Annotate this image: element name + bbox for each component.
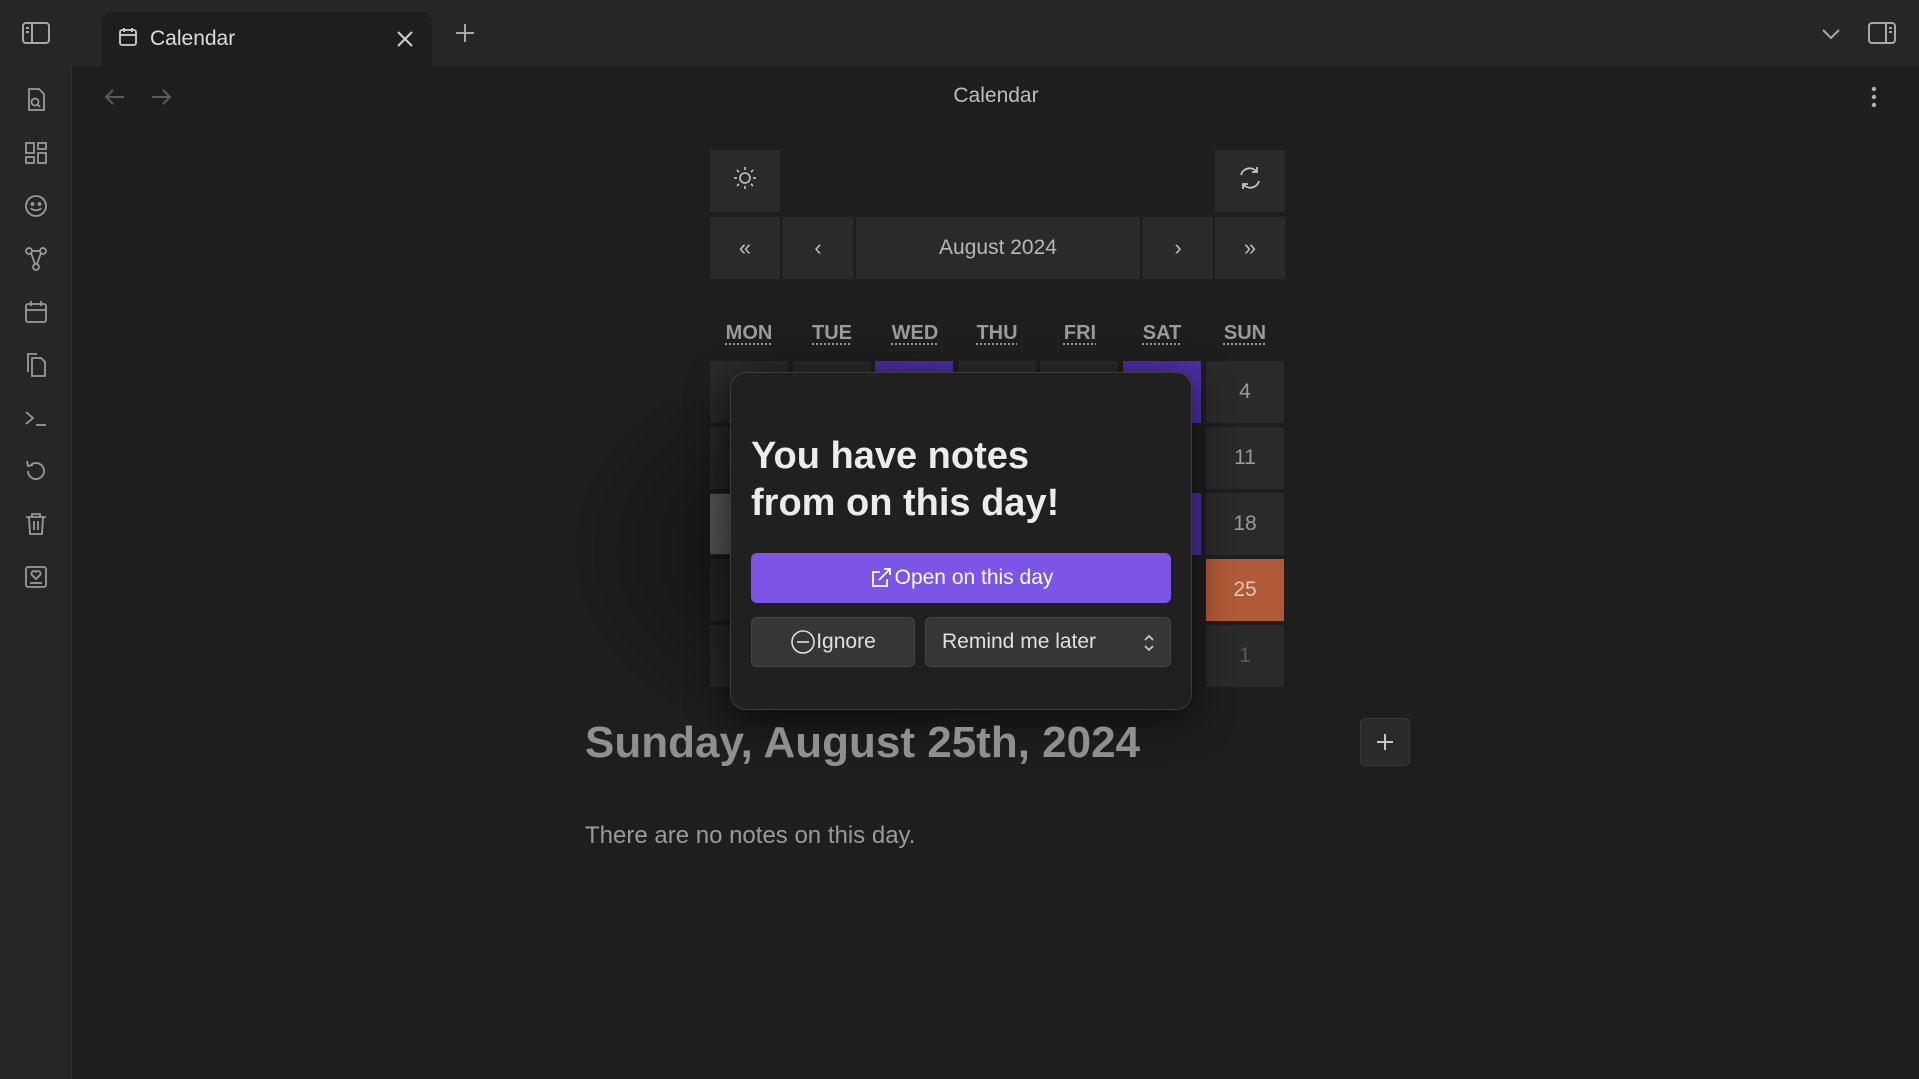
ignore-label: Ignore	[816, 630, 876, 653]
close-icon[interactable]	[392, 26, 418, 52]
external-link-icon	[869, 566, 893, 590]
day-cell-next-month-1[interactable]: 1	[1206, 625, 1284, 687]
copy-files-icon[interactable]	[16, 345, 56, 385]
day-cell-today[interactable]: 25	[1206, 559, 1284, 621]
calendar-icon	[118, 27, 138, 52]
terminal-icon[interactable]	[16, 398, 56, 438]
new-tab-plus-icon[interactable]	[450, 18, 480, 48]
search-file-icon[interactable]	[16, 80, 56, 120]
day-cell-sun-4[interactable]: 4	[1206, 361, 1284, 423]
graph-icon[interactable]	[16, 239, 56, 279]
weekday-sat: SAT	[1142, 322, 1182, 344]
plus-icon	[1374, 731, 1396, 753]
weekday-mon: MON	[725, 322, 773, 344]
empty-notes-message: There are no notes on this day.	[585, 822, 916, 849]
more-options-icon[interactable]	[1859, 82, 1889, 112]
next-month-button[interactable]: ›	[1143, 217, 1213, 279]
right-sidebar-toggle-icon[interactable]	[1864, 18, 1900, 48]
refresh-icon	[1236, 164, 1264, 198]
refresh-button[interactable]	[1215, 150, 1285, 212]
month-label[interactable]: August 2024	[856, 217, 1140, 279]
remind-me-later-select[interactable]: Remind me later	[925, 617, 1171, 667]
theme-toggle-button[interactable]	[710, 150, 780, 212]
next-year-button[interactable]: »	[1215, 217, 1285, 279]
remind-me-later-label: Remind me later	[942, 630, 1097, 653]
tab-title: Calendar	[150, 27, 236, 50]
page-title: Calendar	[953, 84, 1039, 107]
vault-icon[interactable]	[16, 557, 56, 597]
note-thumbnail	[710, 494, 730, 554]
weekday-tue: TUE	[812, 322, 852, 344]
weekday-sun: SUN	[1223, 322, 1267, 344]
weekday-wed: WED	[891, 322, 939, 344]
history-icon[interactable]	[16, 451, 56, 491]
sidebar-toggle-icon[interactable]	[18, 18, 54, 48]
on-this-day-popup: You have notes from on this day! Open on…	[730, 372, 1192, 710]
popup-heading: You have notes from on this day!	[751, 433, 1151, 527]
popup-heading-line1: You have notes	[751, 435, 1030, 477]
smiley-icon[interactable]	[16, 186, 56, 226]
day-cell-sun-11[interactable]: 11	[1206, 427, 1284, 489]
trash-icon[interactable]	[16, 504, 56, 544]
open-on-this-day-label: Open on this day	[894, 566, 1054, 589]
select-updown-icon	[1142, 632, 1156, 660]
tab-bar: Calendar	[0, 0, 1919, 66]
dashboard-icon[interactable]	[16, 133, 56, 173]
ignore-button[interactable]: Ignore	[751, 617, 915, 667]
calendar-ribbon-icon[interactable]	[16, 292, 56, 332]
minus-circle-icon	[790, 629, 816, 655]
prev-month-button[interactable]: ‹	[783, 217, 853, 279]
weekday-thu: THU	[976, 322, 1018, 344]
weekday-fri: FRI	[1063, 322, 1097, 344]
day-heading: Sunday, August 25th, 2024	[585, 718, 1141, 767]
day-cell-sun-18[interactable]: 18	[1206, 493, 1284, 555]
left-ribbon	[0, 66, 72, 1079]
chevron-down-icon[interactable]	[1816, 20, 1846, 48]
open-on-this-day-button[interactable]: Open on this day	[751, 553, 1171, 603]
popup-heading-line2: from on this day!	[751, 482, 1060, 524]
sun-icon	[732, 165, 758, 197]
add-note-button[interactable]	[1360, 718, 1410, 766]
prev-year-button[interactable]: «	[710, 217, 780, 279]
tab-calendar[interactable]: Calendar	[102, 12, 432, 66]
